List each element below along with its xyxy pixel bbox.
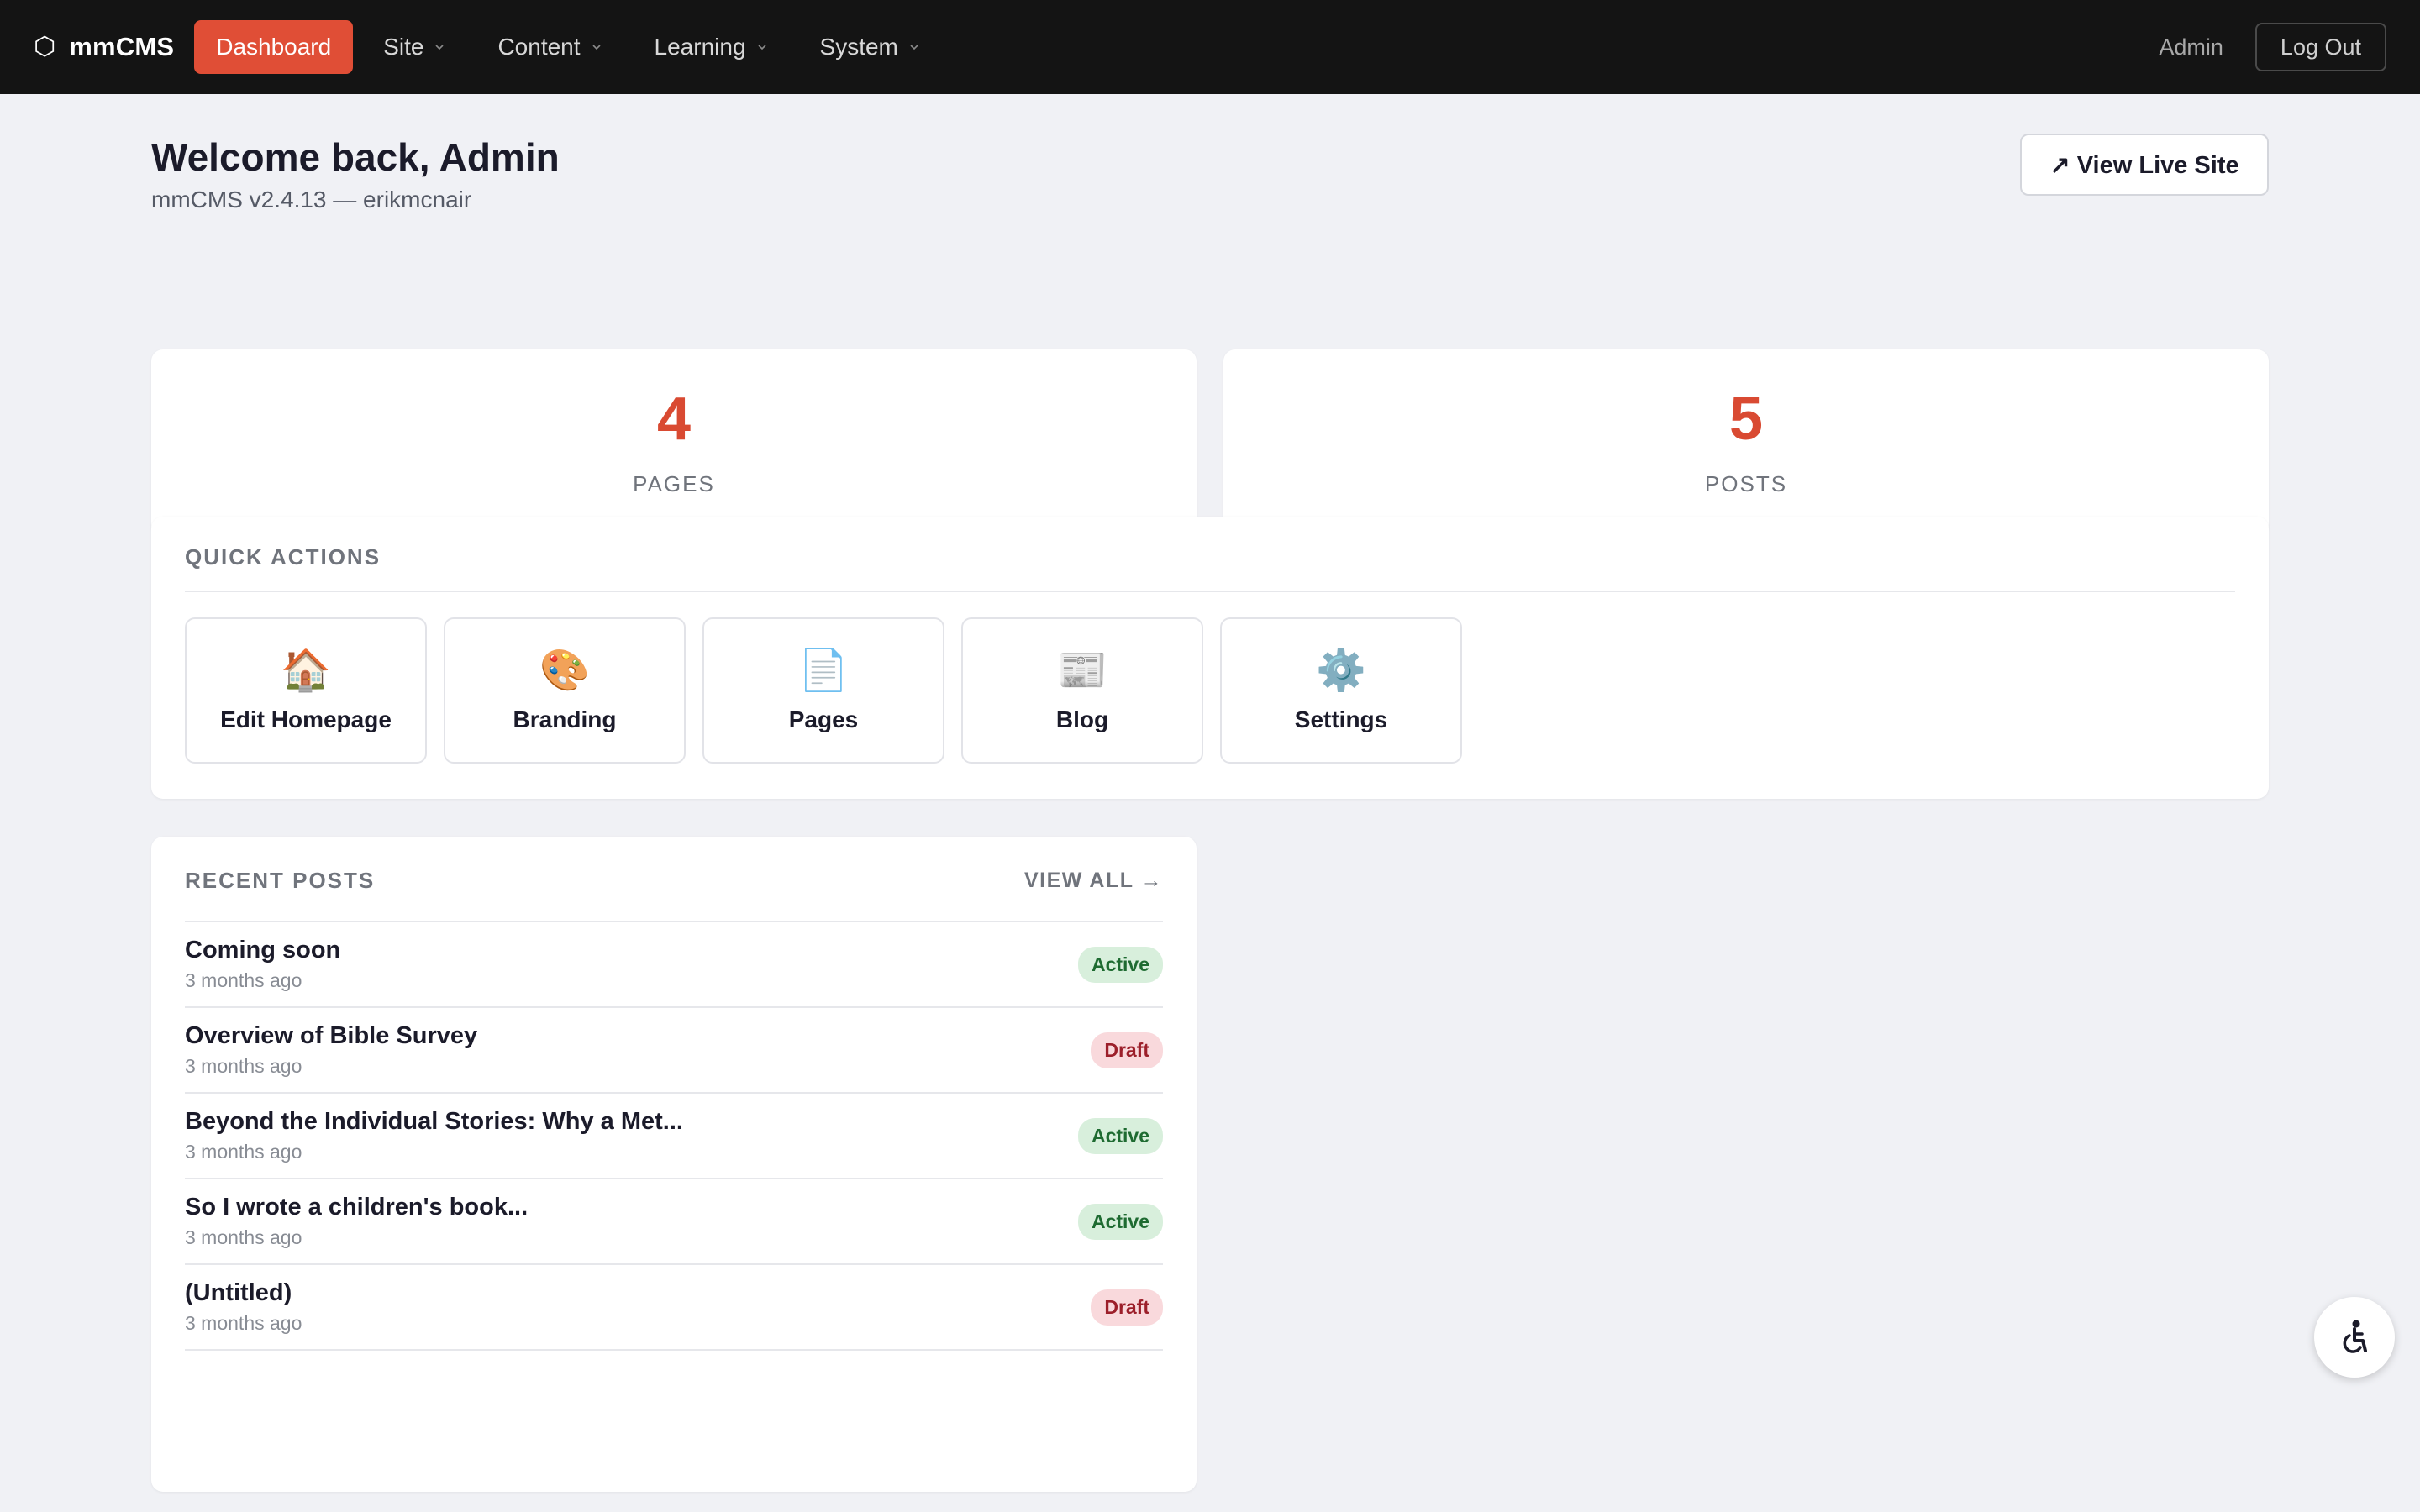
post-info: Overview of Bible Survey 3 months ago (185, 1022, 477, 1078)
page-subtitle: mmCMS v2.4.13 — erikmcnair (151, 186, 472, 213)
post-title[interactable]: Coming soon (185, 937, 340, 964)
nav-item-learning[interactable]: Learning (633, 20, 790, 74)
stat-value: 4 (656, 385, 692, 453)
nav-item-label: Learning (654, 34, 746, 60)
nav-item-label: Site (383, 34, 424, 60)
section-title: RECENT POSTS (185, 867, 376, 893)
page-icon: 📄 (798, 648, 849, 693)
post-row[interactable]: Overview of Bible Survey 3 months ago Dr… (185, 1008, 1163, 1094)
stat-card-posts: 5 POSTS (1223, 349, 2269, 536)
quick-action-label: Edit Homepage (220, 706, 392, 732)
stats-row: 4 PAGES 5 POSTS (151, 349, 2269, 536)
dashboard-main: Welcome back, Admin mmCMS v2.4.13 — erik… (151, 94, 2269, 1492)
status-badge: Active (1077, 1203, 1163, 1240)
stat-value: 5 (1728, 385, 1764, 453)
nav-item-label: Content (497, 34, 581, 60)
palette-icon: 🎨 (539, 648, 590, 693)
quick-actions-header: QUICK ACTIONS (185, 517, 2235, 592)
page-header: Welcome back, Admin mmCMS v2.4.13 — erik… (151, 94, 2269, 254)
nav-item-system[interactable]: System (798, 20, 942, 74)
hexagon-logo-icon: ⬡ (34, 33, 56, 60)
quick-action-label: Branding (513, 706, 617, 732)
logout-button[interactable]: Log Out (2254, 23, 2386, 71)
post-info: Beyond the Individual Stories: Why a Met… (185, 1108, 683, 1163)
chevron-down-icon (756, 41, 768, 53)
post-row[interactable]: So I wrote a children's book... 3 months… (185, 1179, 1163, 1265)
post-title[interactable]: Beyond the Individual Stories: Why a Met… (185, 1108, 683, 1136)
post-time: 3 months ago (185, 1312, 302, 1334)
post-row[interactable]: Coming soon 3 months ago Active (185, 922, 1163, 1008)
quick-actions-card: QUICK ACTIONS 🏠 Edit Homepage 🎨 Branding… (151, 517, 2269, 799)
user-area: Admin Log Out (2159, 23, 2386, 71)
brand[interactable]: ⬡ mmCMS (34, 32, 174, 62)
status-badge: Draft (1091, 1032, 1163, 1068)
section-title: QUICK ACTIONS (185, 543, 381, 570)
post-time: 3 months ago (185, 1055, 302, 1077)
quick-action-label: Pages (788, 706, 859, 732)
post-time: 3 months ago (185, 969, 302, 991)
brand-name: mmCMS (69, 32, 175, 61)
post-title[interactable]: So I wrote a children's book... (185, 1194, 528, 1221)
newspaper-icon: 📰 (1057, 648, 1107, 693)
page-title: Welcome back, Admin (151, 135, 560, 179)
quick-actions-list: 🏠 Edit Homepage 🎨 Branding 📄 Pages 📰 Blo… (185, 617, 2235, 764)
post-time: 3 months ago (185, 1226, 302, 1248)
quick-action-branding[interactable]: 🎨 Branding (444, 617, 686, 764)
quick-action-label: Settings (1294, 706, 1388, 732)
status-badge: Draft (1091, 1289, 1163, 1326)
post-info: Coming soon 3 months ago (185, 937, 340, 992)
status-badge: Active (1077, 946, 1163, 983)
quick-action-edit-homepage[interactable]: 🏠 Edit Homepage (185, 617, 427, 764)
quick-action-settings[interactable]: ⚙️ Settings (1220, 617, 1462, 764)
current-user: Admin (2159, 34, 2223, 60)
stat-label: PAGES (633, 470, 715, 496)
house-icon: 🏠 (281, 648, 331, 693)
post-title[interactable]: (Untitled) (185, 1279, 302, 1307)
gear-icon: ⚙️ (1316, 648, 1366, 693)
view-all-link[interactable]: VIEW ALL → (1024, 869, 1163, 893)
post-row[interactable]: Beyond the Individual Stories: Why a Met… (185, 1094, 1163, 1179)
accessibility-button[interactable] (2314, 1297, 2395, 1378)
nav-item-content[interactable]: Content (476, 20, 623, 74)
chevron-down-icon (908, 41, 920, 53)
nav-item-label: System (819, 34, 898, 60)
status-badge: Active (1077, 1117, 1163, 1154)
quick-action-label: Blog (1055, 706, 1109, 732)
view-live-site-button[interactable]: ↗ View Live Site (2020, 134, 2269, 196)
chevron-down-icon (434, 41, 445, 53)
stat-card-pages: 4 PAGES (151, 349, 1197, 536)
quick-action-pages[interactable]: 📄 Pages (702, 617, 944, 764)
recent-posts-card: RECENT POSTS VIEW ALL → Coming soon 3 mo… (151, 837, 1197, 1492)
post-info: So I wrote a children's book... 3 months… (185, 1194, 528, 1249)
nav-item-site[interactable]: Site (361, 20, 467, 74)
post-info: (Untitled) 3 months ago (185, 1279, 302, 1335)
quick-action-blog[interactable]: 📰 Blog (961, 617, 1203, 764)
nav-item-dashboard[interactable]: Dashboard (194, 20, 354, 74)
post-time: 3 months ago (185, 1141, 302, 1163)
recent-posts-header: RECENT POSTS VIEW ALL → (185, 837, 1163, 922)
wheelchair-icon (2343, 1320, 2367, 1353)
stat-label: POSTS (1704, 470, 1788, 496)
post-title[interactable]: Overview of Bible Survey (185, 1022, 477, 1050)
post-row[interactable]: (Untitled) 3 months ago Draft (185, 1265, 1163, 1351)
chevron-down-icon (591, 41, 602, 53)
top-navbar: ⬡ mmCMS Dashboard Site Content Learning … (0, 0, 2420, 94)
nav-item-label: Dashboard (216, 34, 332, 60)
main-nav: Dashboard Site Content Learning System (194, 20, 950, 74)
